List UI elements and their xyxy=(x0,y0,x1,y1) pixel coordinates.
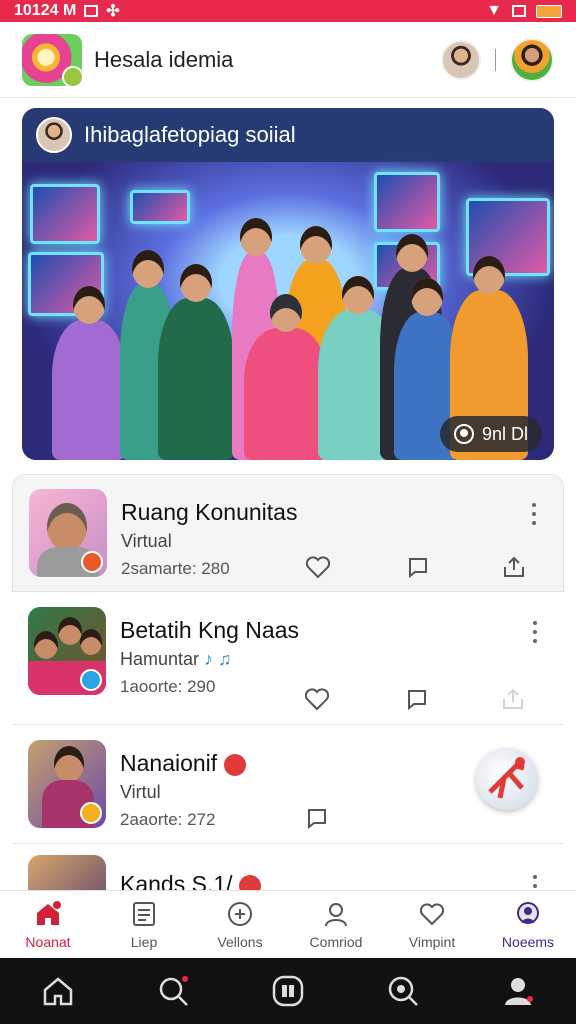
friend-avatar[interactable] xyxy=(441,39,481,80)
card-subtitle: Hamuntar ♪ ♫ xyxy=(120,649,232,669)
more-options-icon[interactable] xyxy=(531,503,537,525)
wifi-icon: ▼ xyxy=(486,2,502,19)
banner-avatar xyxy=(36,117,72,153)
battery-icon xyxy=(536,4,562,18)
page-title: Hesala idemia xyxy=(94,46,234,72)
apps-nav-icon[interactable] xyxy=(270,973,306,1009)
home-icon xyxy=(37,900,61,925)
card-title: Ruang Konunitas xyxy=(121,499,298,525)
banner-viewers-pill[interactable]: 9nl Dl xyxy=(439,416,542,452)
tab-community[interactable]: Comriod xyxy=(288,891,384,958)
logo-badge xyxy=(62,65,84,88)
wall-screen xyxy=(30,184,100,244)
banner-header: Ihibaglafetopiag soiial xyxy=(22,108,554,162)
tab-list[interactable]: Liep xyxy=(96,891,192,958)
bottom-tab-bar: Noanat Liep Vellons Comriod Vimpint Noee… xyxy=(0,890,576,958)
list-item[interactable]: Kands S.1/ xyxy=(12,845,564,890)
card-thumbnail xyxy=(28,740,106,828)
account-nav-icon[interactable] xyxy=(500,973,536,1009)
card-thumbnail xyxy=(28,607,106,695)
tab-label: Liep xyxy=(130,933,158,950)
tab-label: Noeems xyxy=(501,933,555,950)
list-item[interactable]: Nanaionif Virtul 2aaorte: 272 xyxy=(12,726,564,844)
status-bar: 10124 M ✣ ▼ xyxy=(0,0,576,22)
person xyxy=(158,264,234,460)
card-meta: 1aoorte: 290 xyxy=(120,677,216,696)
tab-games[interactable]: Vellons xyxy=(192,891,288,958)
card-meta: 2samarte: 280 xyxy=(121,559,230,578)
star-badge-icon xyxy=(80,802,102,824)
game-icon xyxy=(228,901,252,926)
card-thumbnail xyxy=(28,855,106,890)
signal-icon xyxy=(512,5,526,17)
tab-favorites[interactable]: Vimpint xyxy=(384,891,480,958)
wall-screen xyxy=(130,190,190,224)
floating-action-button[interactable] xyxy=(476,748,538,810)
status-time: 10124 M xyxy=(14,2,77,19)
list-item[interactable]: Ruang Konunitas Virtual 2samarte: 280 xyxy=(12,474,564,592)
location-icon: ✣ xyxy=(106,3,120,20)
card-title: Betatih Kng Naas xyxy=(120,617,300,643)
comment-icon[interactable] xyxy=(405,555,431,579)
profile-icon xyxy=(517,901,539,924)
pill-label: 9nl Dl xyxy=(481,423,528,444)
tab-label: Noanat xyxy=(25,933,71,950)
like-icon[interactable] xyxy=(304,687,330,711)
live-icon xyxy=(238,874,261,890)
list-icon xyxy=(133,901,155,926)
tab-label: Vimpint xyxy=(408,933,456,950)
heart-icon xyxy=(419,902,445,925)
dancer-icon xyxy=(488,757,525,799)
banner-title: Ihibaglafetopiag soiial xyxy=(84,122,296,147)
app-header: Hesala idemia xyxy=(0,22,576,98)
user-badge-icon xyxy=(80,669,102,691)
app-logo-icon[interactable] xyxy=(22,33,84,88)
tab-profile[interactable]: Noeems xyxy=(480,891,576,958)
notification-icon xyxy=(84,5,99,17)
comment-icon[interactable] xyxy=(304,806,330,830)
share-icon[interactable] xyxy=(500,687,526,711)
user-avatar[interactable] xyxy=(510,37,554,82)
live-icon xyxy=(223,753,246,776)
list-item[interactable]: Betatih Kng Naas Hamuntar ♪ ♫ 1aoorte: 2… xyxy=(12,593,564,725)
card-title: Nanaionif xyxy=(120,750,246,777)
share-icon[interactable] xyxy=(501,555,527,579)
discover-nav-icon[interactable] xyxy=(385,973,421,1009)
divider xyxy=(495,48,496,71)
search-nav-icon[interactable] xyxy=(155,973,191,1009)
user-circle-icon xyxy=(453,424,474,444)
system-navigation-bar xyxy=(0,958,576,1024)
card-thumbnail xyxy=(29,489,107,577)
featured-banner[interactable]: Ihibaglafetopiag soiial 9nl Dl xyxy=(22,108,554,460)
card-title: Kands S.1/ xyxy=(120,871,261,890)
tab-label: Vellons xyxy=(217,933,263,950)
person xyxy=(52,286,126,460)
tab-label: Comriod xyxy=(309,933,363,950)
more-options-icon[interactable] xyxy=(532,621,538,643)
card-subtitle: Virtul xyxy=(120,782,161,802)
comment-icon[interactable] xyxy=(404,687,430,711)
more-options-icon[interactable] xyxy=(532,875,538,890)
live-badge-icon xyxy=(81,551,103,573)
home-nav-icon[interactable] xyxy=(40,973,76,1009)
person-icon xyxy=(325,902,347,926)
person xyxy=(244,294,328,460)
like-icon[interactable] xyxy=(305,555,331,579)
tab-home[interactable]: Noanat xyxy=(0,891,96,958)
music-note-icon: ♪ ♫ xyxy=(204,649,232,669)
wall-screen xyxy=(374,172,440,232)
card-meta: 2aaorte: 272 xyxy=(120,810,216,829)
card-subtitle: Virtual xyxy=(121,531,172,551)
